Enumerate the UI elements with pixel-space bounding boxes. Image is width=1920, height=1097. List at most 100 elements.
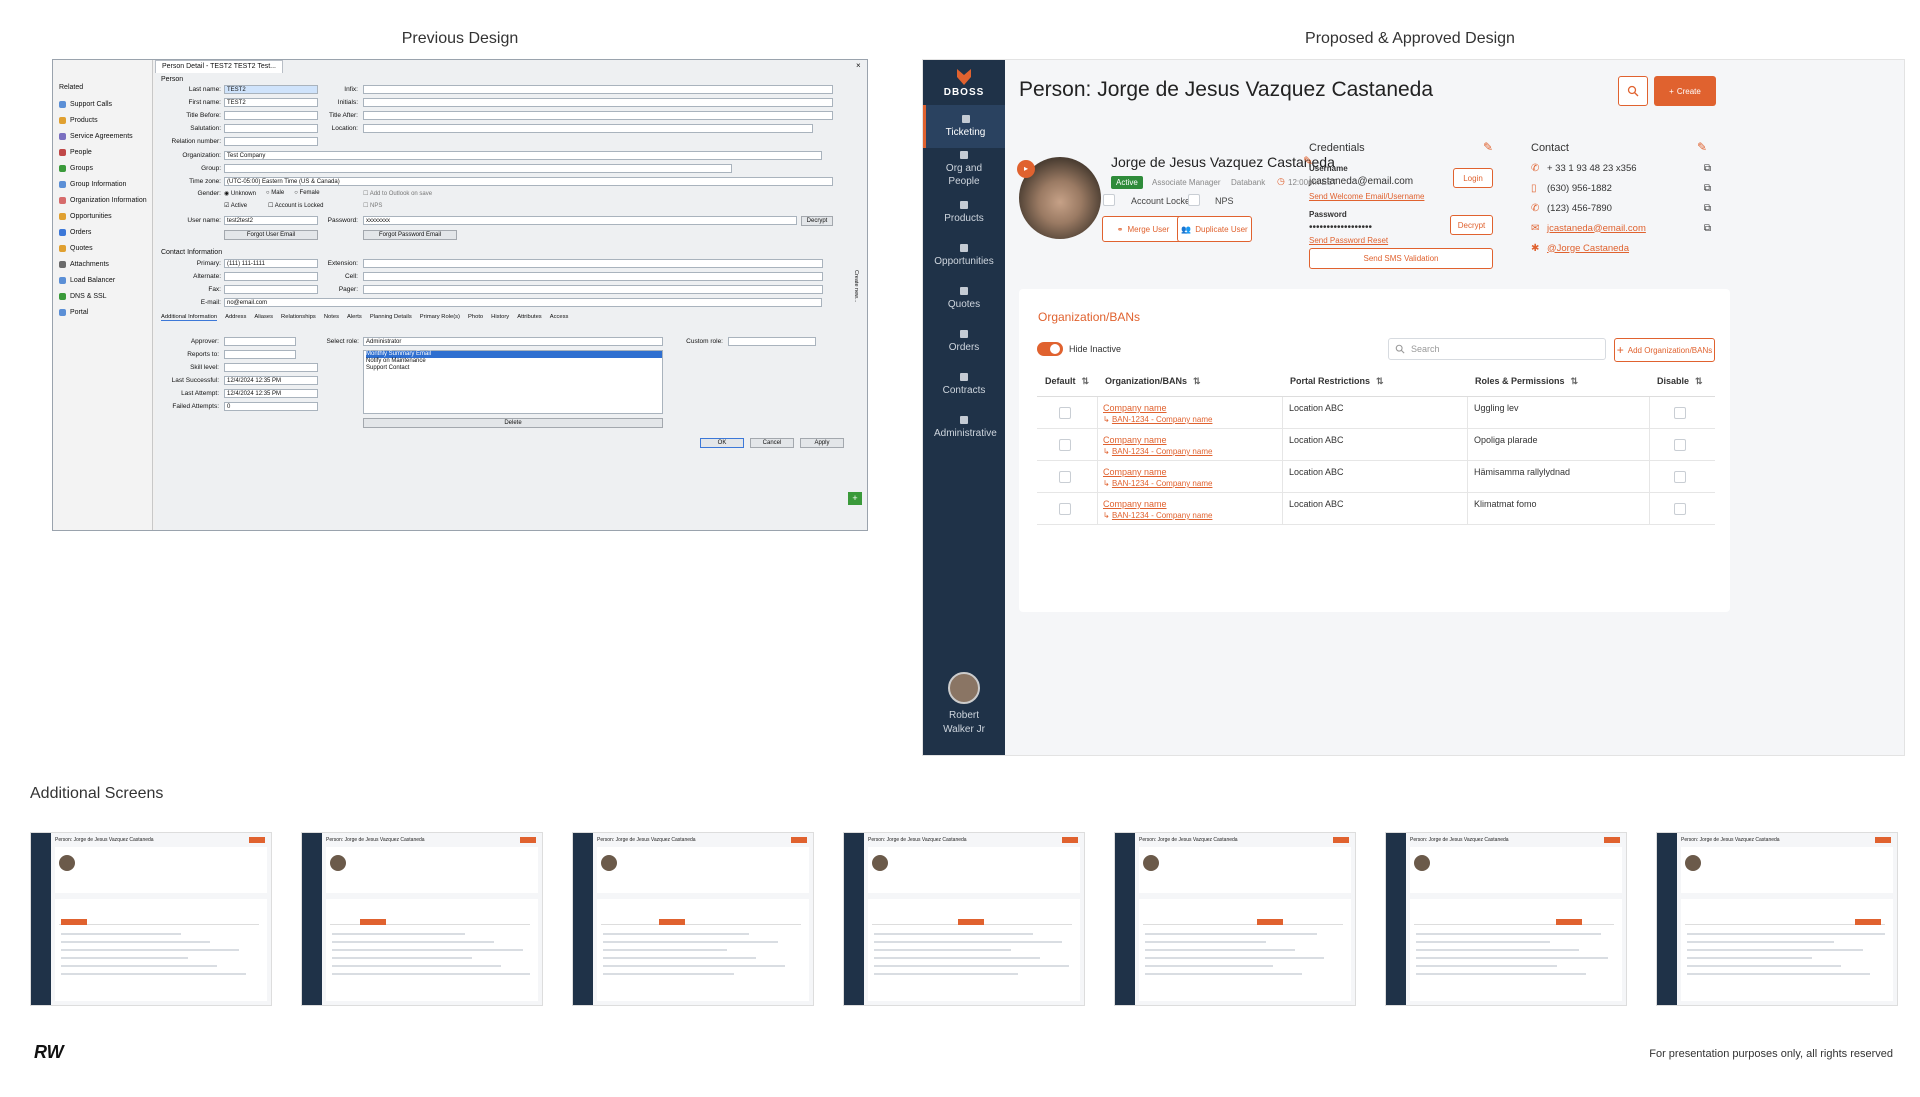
edit-credentials-icon[interactable]: ✎ xyxy=(1483,140,1493,154)
nav-item[interactable]: Ticketing xyxy=(923,105,1005,148)
add-org-button[interactable]: + Add Organization/BANs xyxy=(1614,338,1715,362)
old-active-checkbox[interactable]: ☑ Active xyxy=(224,202,247,209)
old-reports-input[interactable] xyxy=(224,350,296,359)
old-sidebar-item[interactable]: Groups xyxy=(53,160,152,176)
old-sidebar-item[interactable]: Load Balancer xyxy=(53,272,152,288)
old-sidebar-item[interactable]: Support Calls xyxy=(53,96,152,112)
old-tab-item[interactable]: Photo xyxy=(468,314,483,321)
table-header[interactable]: Roles & Permissions ⇅ xyxy=(1475,376,1578,387)
old-role-select[interactable]: Administrator xyxy=(363,337,663,346)
old-infix-input[interactable] xyxy=(363,85,833,94)
old-outlook-checkbox[interactable]: ☐ Add to Outlook on save xyxy=(363,190,432,197)
close-icon[interactable]: × xyxy=(856,61,861,70)
company-link[interactable]: Company name xyxy=(1103,499,1167,509)
old-locked-checkbox[interactable]: ☐ Account is Locked xyxy=(268,202,323,209)
old-tab-item[interactable]: Planning Details xyxy=(370,314,412,321)
create-button[interactable]: + Create xyxy=(1654,76,1716,106)
old-role-list[interactable]: Monthly Summary Email Notify on Maintenan… xyxy=(363,350,663,414)
old-location-input[interactable] xyxy=(363,124,813,133)
additional-screen-thumbnail[interactable]: Person: Jorge de Jesus Vazquez Castaneda xyxy=(1385,832,1627,1006)
copy-icon[interactable]: ⧉ xyxy=(1704,163,1711,174)
old-tab-item[interactable]: Attributes xyxy=(517,314,542,321)
ban-link[interactable]: ↳ BAN-1234 - Company name xyxy=(1103,511,1212,520)
add-icon[interactable]: + xyxy=(848,492,862,505)
send-sms-button[interactable]: Send SMS Validation xyxy=(1309,248,1493,269)
old-ok-button[interactable]: OK xyxy=(700,438,744,448)
additional-screen-thumbnail[interactable]: Person: Jorge de Jesus Vazquez Castaneda xyxy=(843,832,1085,1006)
ban-link[interactable]: ↳ BAN-1234 - Company name xyxy=(1103,415,1212,424)
default-checkbox[interactable] xyxy=(1059,471,1071,483)
default-checkbox[interactable] xyxy=(1059,407,1071,419)
old-cancel-button[interactable]: Cancel xyxy=(750,438,794,448)
old-gender-option[interactable]: ◉ Unknown xyxy=(224,190,256,197)
old-skill-select[interactable] xyxy=(224,363,318,372)
contact-value[interactable]: @Jorge Castaneda xyxy=(1547,243,1629,254)
old-tab-item[interactable]: History xyxy=(491,314,509,321)
old-sidebar-item[interactable]: Attachments xyxy=(53,256,152,272)
brand[interactable]: DBOSS xyxy=(923,60,1005,105)
nav-item[interactable]: Orders xyxy=(923,320,1005,363)
edit-contact-icon[interactable]: ✎ xyxy=(1697,140,1707,154)
old-decrypt-button[interactable]: Decrypt xyxy=(801,216,833,226)
old-sidebar-item[interactable]: Orders xyxy=(53,224,152,240)
old-gender-option[interactable]: ○ Male xyxy=(266,190,284,197)
login-button[interactable]: Login xyxy=(1453,168,1493,188)
ban-link[interactable]: ↳ BAN-1234 - Company name xyxy=(1103,447,1212,456)
contact-value[interactable]: jcastaneda@email.com xyxy=(1547,223,1646,234)
old-tab-item[interactable]: Notes xyxy=(324,314,339,321)
old-title-after-input[interactable] xyxy=(363,111,833,120)
disable-checkbox[interactable] xyxy=(1674,471,1686,483)
additional-screen-thumbnail[interactable]: Person: Jorge de Jesus Vazquez Castaneda xyxy=(30,832,272,1006)
old-pager-input[interactable] xyxy=(363,285,823,294)
company-link[interactable]: Company name xyxy=(1103,403,1167,413)
table-header[interactable]: Organization/BANs ⇅ xyxy=(1105,376,1201,387)
merge-user-button[interactable]: ⚭ Merge User xyxy=(1102,216,1184,242)
company-link[interactable]: Company name xyxy=(1103,435,1167,445)
disable-checkbox[interactable] xyxy=(1674,407,1686,419)
old-sidebar-item[interactable]: Organization Information xyxy=(53,192,152,208)
old-sidebar-item[interactable]: People xyxy=(53,144,152,160)
nps-checkbox[interactable] xyxy=(1188,194,1200,206)
old-extension-input[interactable] xyxy=(363,259,823,268)
old-window-tab[interactable]: Person Detail - TEST2 TEST2 Test... xyxy=(155,60,283,73)
old-relation-input[interactable] xyxy=(224,137,318,146)
old-sidebar-item[interactable]: Group Information xyxy=(53,176,152,192)
old-gender-radios[interactable]: ◉ Unknown ○ Male ○ Female xyxy=(224,190,320,197)
additional-screen-thumbnail[interactable]: Person: Jorge de Jesus Vazquez Castaneda xyxy=(1656,832,1898,1006)
old-sidebar-item[interactable]: Portal xyxy=(53,304,152,320)
old-sidebar-item[interactable]: Products xyxy=(53,112,152,128)
old-group-input[interactable] xyxy=(224,164,732,173)
old-tab-item[interactable]: Alerts xyxy=(347,314,362,321)
old-role-list-item[interactable]: Notify on Maintenance xyxy=(366,358,662,365)
nav-item[interactable]: Contracts xyxy=(923,363,1005,406)
old-nps-checkbox[interactable]: ☐ NPS xyxy=(363,202,382,209)
old-forgot-user-button[interactable]: Forgot User Email xyxy=(224,230,318,240)
nav-item[interactable]: Administrative xyxy=(923,406,1005,449)
old-cell-input[interactable] xyxy=(363,272,823,281)
search-button[interactable] xyxy=(1618,76,1648,106)
old-password-input[interactable]: xxxxxxxx xyxy=(363,216,797,225)
old-tab-item[interactable]: Aliases xyxy=(254,314,273,321)
avatar-action-icon[interactable]: ▸ xyxy=(1017,160,1035,178)
additional-screen-thumbnail[interactable]: Person: Jorge de Jesus Vazquez Castaneda xyxy=(1114,832,1356,1006)
org-search-input[interactable]: Search xyxy=(1388,338,1606,360)
old-tab-item[interactable]: Additional Information xyxy=(161,314,218,321)
old-approver-input[interactable] xyxy=(224,337,296,346)
old-sidebar-item[interactable]: Service Agreements xyxy=(53,128,152,144)
copy-icon[interactable]: ⧉ xyxy=(1704,183,1711,194)
hide-inactive-toggle[interactable] xyxy=(1037,342,1063,356)
old-sidebar-item[interactable]: Opportunities xyxy=(53,208,152,224)
nav-item[interactable]: Quotes xyxy=(923,277,1005,320)
old-email-input[interactable]: no@email.com xyxy=(224,298,822,307)
disable-checkbox[interactable] xyxy=(1674,503,1686,515)
nav-item[interactable]: Org and People xyxy=(923,148,1005,191)
old-tab-item[interactable]: Primary Role(s) xyxy=(420,314,460,321)
send-welcome-link[interactable]: Send Welcome Email/Username xyxy=(1309,192,1424,201)
old-apply-button[interactable]: Apply xyxy=(800,438,844,448)
old-organization-input[interactable]: Test Company xyxy=(224,151,822,160)
old-role-list-item[interactable]: Monthly Summary Email xyxy=(366,351,662,358)
old-tab-item[interactable]: Access xyxy=(550,314,569,321)
account-locked-checkbox[interactable] xyxy=(1103,194,1115,206)
table-header[interactable]: Disable ⇅ xyxy=(1657,376,1703,387)
send-reset-link[interactable]: Send Password Reset xyxy=(1309,236,1388,245)
